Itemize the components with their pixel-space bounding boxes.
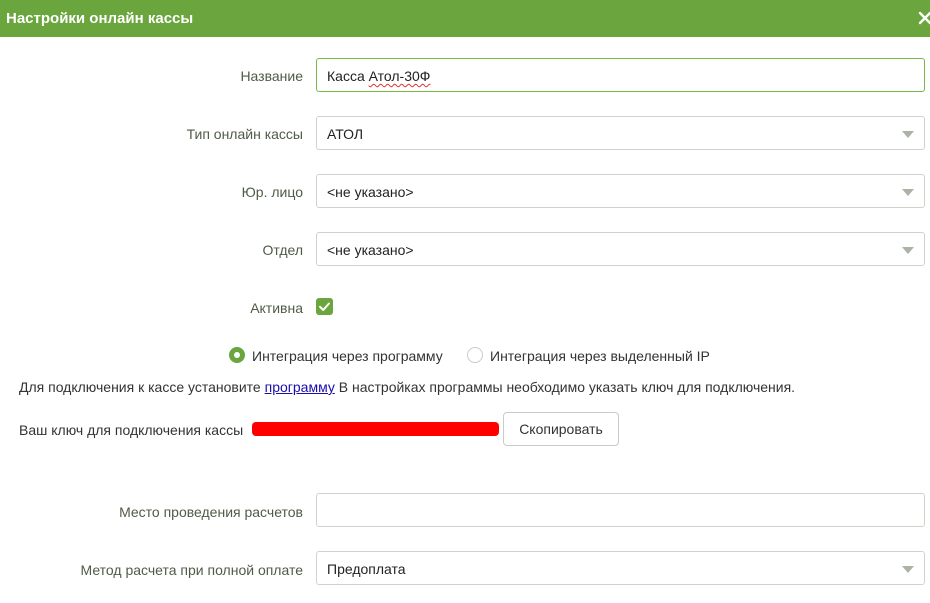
name-label: Название	[240, 68, 303, 84]
active-checkbox[interactable]	[316, 298, 333, 315]
name-value-misspelled: Атол-30Ф	[368, 68, 431, 84]
legal-entity-label: Юр. лицо	[241, 184, 303, 200]
payment-method-select[interactable]: Предоплата	[316, 551, 925, 585]
department-select-value: <не указано>	[327, 242, 414, 258]
info-text-before: Для подключения к кассе установите	[19, 379, 265, 395]
payment-method-select-value: Предоплата	[327, 561, 406, 577]
integration-ip-label[interactable]: Интеграция через выделенный IP	[490, 347, 710, 365]
chevron-down-icon	[902, 566, 914, 573]
settlement-place-label: Место проведения расчетов	[119, 504, 303, 520]
connection-key-redacted	[252, 422, 499, 436]
check-icon	[319, 302, 330, 311]
program-link[interactable]: программу	[265, 379, 335, 395]
settlement-place-input[interactable]	[316, 493, 925, 527]
copy-button[interactable]: Скопировать	[503, 412, 619, 446]
connection-key-label: Ваш ключ для подключения кассы	[19, 422, 244, 438]
info-text-after: В настройках программы необходимо указат…	[334, 379, 796, 395]
integration-program-radio[interactable]	[229, 347, 245, 363]
chevron-down-icon	[902, 131, 914, 138]
integration-program-label[interactable]: Интеграция через программу	[252, 347, 443, 365]
type-select-value: АТОЛ	[327, 126, 364, 142]
close-icon[interactable]	[917, 6, 930, 30]
integration-info: Для подключения к кассе установите прогр…	[19, 378, 795, 396]
name-input-value: Касса Атол-30Ф	[327, 67, 430, 85]
chevron-down-icon	[902, 247, 914, 254]
type-label: Тип онлайн кассы	[186, 126, 303, 142]
department-select[interactable]: <не указано>	[316, 232, 925, 266]
active-label: Активна	[250, 300, 303, 316]
name-value-prefix: Касса	[327, 68, 369, 84]
chevron-down-icon	[902, 189, 914, 196]
integration-ip-radio[interactable]	[467, 347, 483, 363]
dialog-title: Настройки онлайн кассы	[6, 10, 194, 27]
department-label: Отдел	[262, 242, 304, 258]
legal-entity-select[interactable]: <не указано>	[316, 174, 925, 208]
legal-entity-select-value: <не указано>	[327, 184, 414, 200]
dialog-header: Настройки онлайн кассы	[0, 0, 930, 37]
name-input[interactable]: Касса Атол-30Ф	[316, 58, 925, 92]
type-select[interactable]: АТОЛ	[316, 116, 925, 150]
payment-method-label: Метод расчета при полной оплате	[80, 562, 303, 578]
